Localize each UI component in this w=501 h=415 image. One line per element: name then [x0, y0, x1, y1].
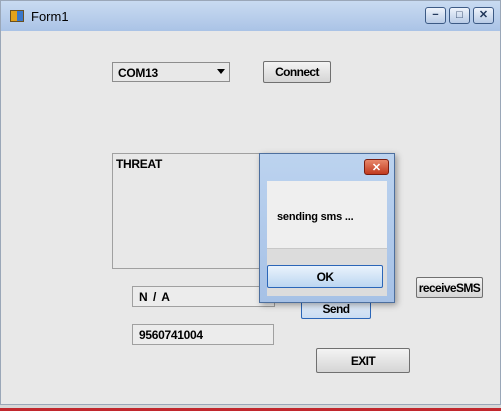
main-window: Form1 − □ ✕ COM13 Connect THREAT N / A S…: [0, 0, 501, 405]
phone-number-value: 9560741004: [139, 328, 203, 342]
port-value: COM13: [118, 66, 158, 80]
ok-button[interactable]: OK: [267, 265, 383, 288]
dialog-body: sending sms ...: [267, 181, 387, 248]
connect-button[interactable]: Connect: [263, 61, 331, 83]
exit-button[interactable]: EXIT: [316, 348, 410, 373]
dialog-close-button[interactable]: ✕: [364, 159, 389, 175]
close-icon: ✕: [478, 9, 489, 21]
maximize-icon: □: [456, 9, 463, 21]
status-field[interactable]: N / A: [132, 286, 275, 307]
port-dropdown[interactable]: COM13: [112, 62, 230, 82]
window-title: Form1: [31, 9, 69, 24]
phone-number-field[interactable]: 9560741004: [132, 324, 274, 345]
minimize-icon: −: [432, 9, 439, 21]
threat-textbox[interactable]: THREAT: [112, 153, 264, 269]
receive-sms-button[interactable]: receiveSMS: [416, 277, 483, 298]
close-button[interactable]: ✕: [473, 7, 494, 24]
status-value: N / A: [139, 290, 171, 304]
app-icon: [10, 10, 24, 22]
threat-text: THREAT: [116, 157, 162, 171]
dropdown-arrow-icon: [217, 69, 225, 74]
maximize-button[interactable]: □: [449, 7, 470, 24]
bottom-accent-bar: [0, 408, 501, 411]
title-bar[interactable]: Form1 − □ ✕: [1, 1, 500, 31]
minimize-button[interactable]: −: [425, 7, 446, 24]
close-icon: ✕: [371, 161, 382, 174]
dialog-message: sending sms ...: [277, 211, 354, 223]
